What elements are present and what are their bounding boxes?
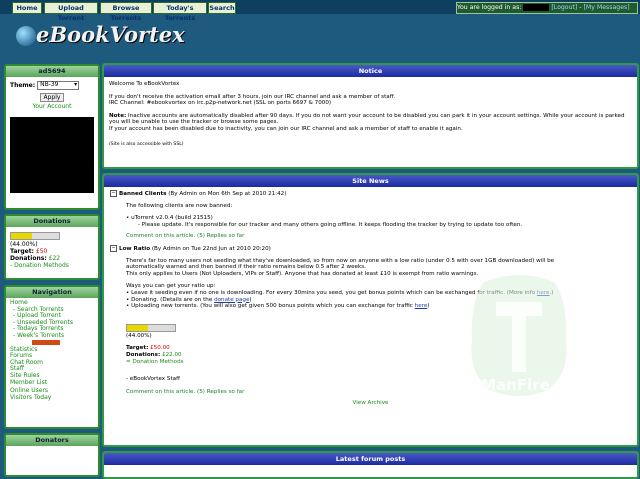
notice-line2: IRC Channel: #ebookvortex on irc.p2p-net… [109, 100, 332, 107]
collapse-icon[interactable]: − [110, 190, 117, 197]
nav-search-button[interactable]: Search [208, 2, 236, 14]
news1-client: uTorrent v2.0.4 (build 21515) [131, 215, 213, 222]
logo-orb-icon [16, 26, 36, 46]
notice-panel: Notice Welcome To eBookVortex If you don… [102, 63, 639, 169]
donators-header: Donators [6, 435, 98, 446]
nav-browse-button[interactable]: Browse Torrents [100, 2, 152, 22]
logged-in-label: You are logged in as: [457, 4, 522, 11]
donation-progress-fill [11, 233, 33, 239]
forum-posts-header: Latest forum posts [104, 453, 637, 465]
news2-b2-end: ) [249, 296, 252, 303]
nav-home-button[interactable]: Home [12, 2, 42, 14]
notice-note1: Inactive accounts are automatically disa… [128, 112, 625, 119]
donation-percent: (44.00%) [10, 241, 38, 248]
logout-link[interactable]: [Logout] [551, 4, 577, 11]
donators-panel: Donators [4, 433, 100, 477]
watermark-line1: TheManFire [450, 376, 550, 394]
chevron-down-icon: ▾ [74, 81, 78, 88]
apply-button[interactable]: Apply [39, 93, 65, 102]
nav-link[interactable]: Visitors Today [10, 394, 94, 402]
news1-meta: (By Admin on Mon 6th Sep at 2010 21:42) [168, 191, 287, 197]
watermark-logo: TheManFire TorrentAcademy [444, 272, 594, 422]
ssl-notice: (Site is also accessible with SSL) [109, 141, 184, 147]
news2-p2: automatically warned and then banned if … [126, 264, 366, 271]
donations-panel: Donations (44.00%) Target: £50 Donations… [4, 214, 100, 280]
notice-welcome: Welcome To eBookVortex [109, 81, 180, 87]
site-logo[interactable]: eBookVortex [12, 16, 192, 50]
news-donation-progress-bar [126, 323, 176, 332]
news2-b2: Donating. (Details are on the [131, 296, 215, 303]
news1-client-note: - Please update. It's responsible for ou… [138, 221, 523, 228]
news2-meta: (By Admin on Tue 22nd Jun at 2010 20:20) [151, 245, 271, 252]
notice-line1: If you don't receive the activation emai… [109, 93, 396, 100]
donation-progress-bar [10, 232, 60, 240]
messages-link[interactable]: [My Messages] [584, 4, 630, 11]
collapse-icon[interactable]: − [110, 244, 117, 252]
navigation-panel: Navigation Home - Search Torrents - Upload… [4, 285, 100, 429]
nav-upload-button[interactable]: Upload Torrent [44, 2, 98, 22]
news1-comment-link[interactable]: Comment on this article. (5) Replies so … [126, 233, 631, 240]
theme-select[interactable]: NB-39 ▾ [37, 81, 80, 90]
target-label: Target: [10, 248, 34, 255]
note-label: Note: [109, 112, 127, 119]
donate-page-link[interactable]: donate page [214, 297, 249, 303]
top-bar: Home Upload Torrent Browse Torrents Toda… [0, 0, 640, 22]
nav-link[interactable]: - Week's Torrents [10, 332, 94, 340]
news-target-value: £50.00 [150, 345, 170, 352]
donations-header: Donations [6, 216, 98, 227]
donations-value: £22 [48, 255, 61, 262]
news1-intro: The following clients are now banned: [126, 202, 233, 209]
news2-b3-link[interactable]: here [415, 303, 428, 309]
news-donation-progress-fill [127, 324, 149, 331]
donations-label: Donations: [10, 255, 47, 262]
nav-today-button[interactable]: Today's Torrents [153, 2, 207, 22]
news-donations-value: £22.00 [162, 352, 182, 358]
news-donations-label: Donations: [126, 352, 161, 358]
theme-select-value: NB-39 [40, 81, 59, 88]
news2-title[interactable]: Low Ratio [119, 246, 150, 252]
news2-b3: Uploading new torrents. (You will also g… [131, 303, 415, 310]
user-panel-header: ad5694 [6, 66, 98, 77]
theme-label: Theme: [10, 82, 36, 89]
user-panel: ad5694 Theme: NB-39 ▾ Apply Your Account [4, 64, 100, 210]
news1-title[interactable]: Banned Clients [119, 191, 166, 197]
site-news-header: Site News [104, 175, 637, 187]
watermark-line2: TorrentAcademy [466, 396, 559, 407]
your-account-link[interactable]: Your Account [10, 103, 94, 110]
notice-note3: If your account has been disabled due to… [109, 125, 463, 132]
avatar [10, 117, 94, 193]
forum-posts-panel: Latest forum posts [102, 451, 639, 479]
logo-text: eBookVortex [36, 22, 185, 47]
navigation-header: Navigation [6, 287, 98, 298]
news2-p1: There's far too many users not seeding w… [126, 257, 555, 264]
user-status-bar: You are logged in as: [Logout] - [My Mes… [456, 2, 638, 14]
news-target-label: Target: [126, 345, 149, 352]
separator: - [579, 4, 582, 11]
notice-note2: you will be unable to use the tracker or… [109, 119, 279, 126]
nav-link[interactable]: Member List [10, 379, 94, 387]
donation-methods-link[interactable]: - Donation Methods [10, 262, 94, 269]
target-value: £50 [35, 248, 48, 255]
news2-b3-end: ) [427, 303, 430, 310]
notice-header: Notice [104, 65, 637, 77]
redacted-username [523, 3, 550, 11]
snow-badge [32, 339, 60, 345]
